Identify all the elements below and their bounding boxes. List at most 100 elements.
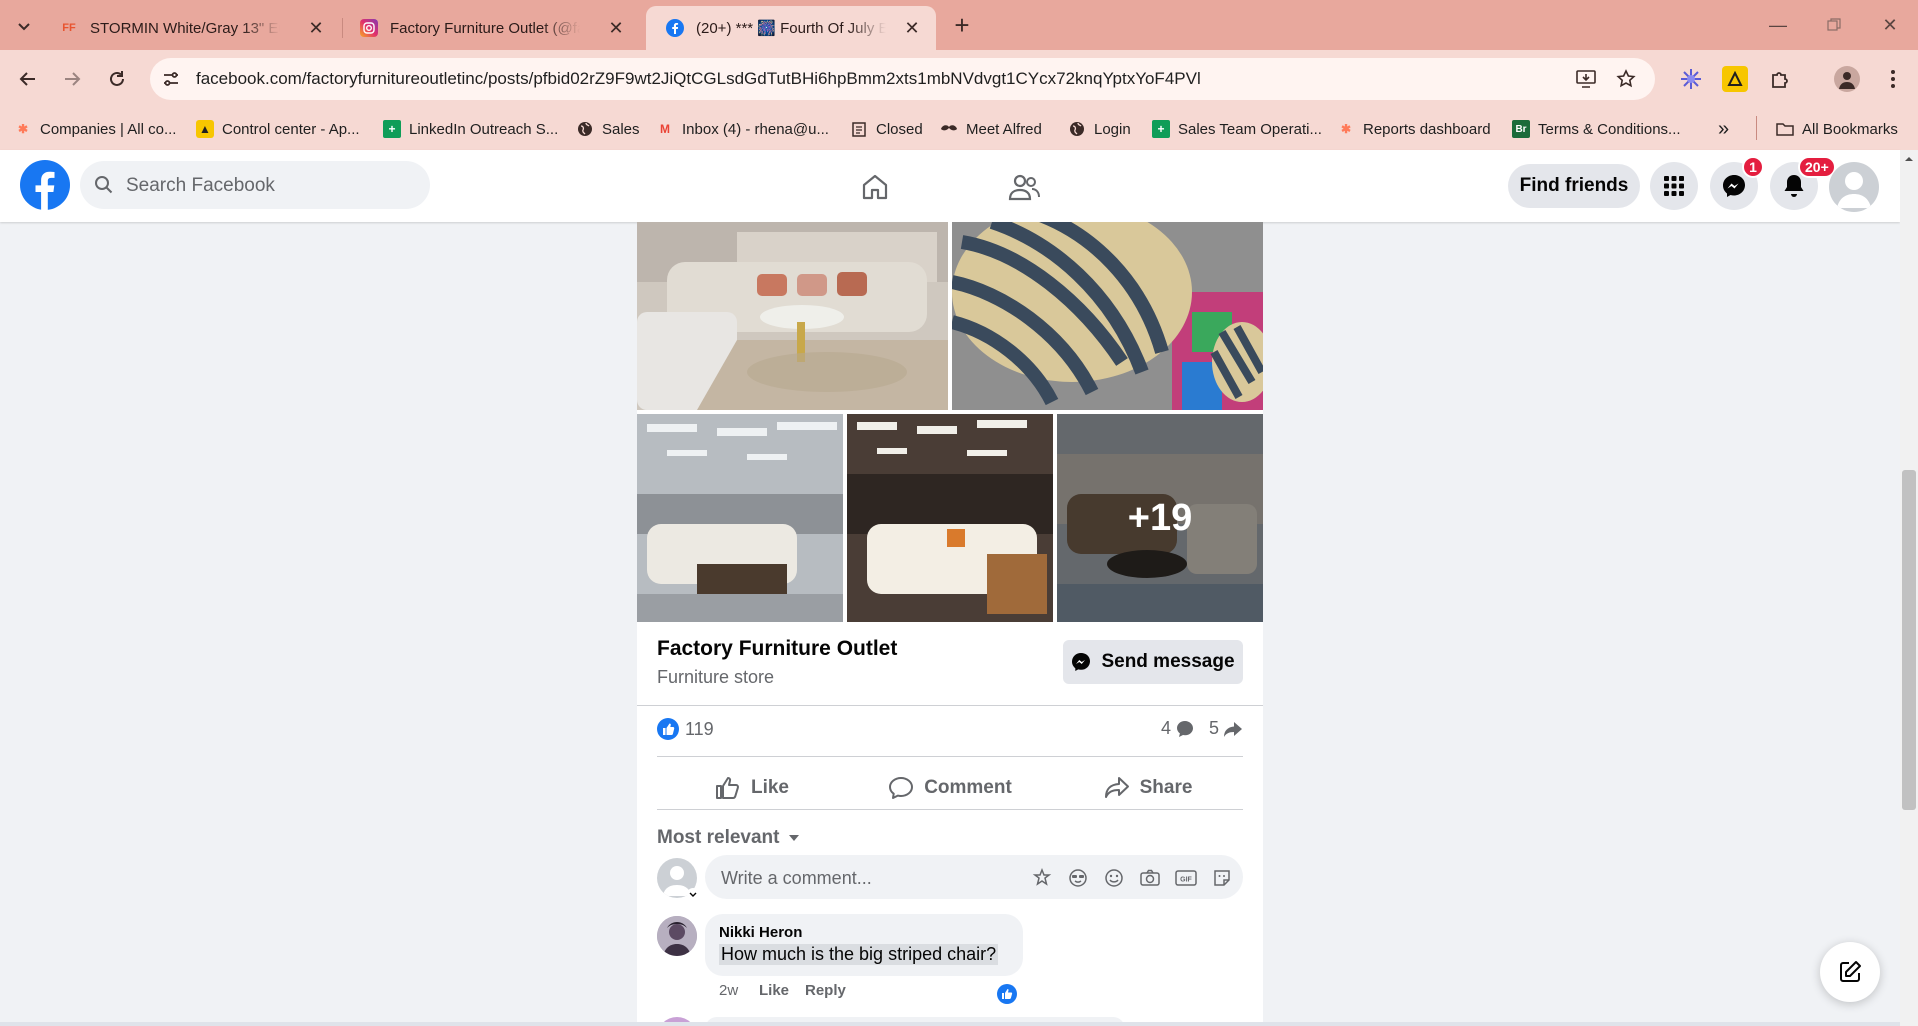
post-photo-3[interactable]	[637, 414, 843, 622]
search-input[interactable]	[124, 161, 418, 211]
search-box[interactable]	[80, 161, 430, 211]
bookmark-inbox[interactable]: M Inbox (4) - rhena@u...	[656, 117, 829, 141]
bell-icon	[1784, 175, 1804, 197]
bookmark-login[interactable]: Login	[1068, 117, 1131, 141]
send-message-button[interactable]: Send message	[1063, 640, 1243, 684]
browser-tab-instagram[interactable]: Factory Furniture Outlet (@factory ✕	[340, 6, 640, 50]
comment-count[interactable]: 4	[1161, 718, 1171, 739]
gif-icon[interactable]: GIF	[1175, 867, 1197, 889]
new-tab-button[interactable]: +	[948, 12, 976, 40]
globe-icon	[576, 120, 594, 138]
post-photo-4[interactable]	[847, 414, 1053, 622]
share-icon	[1104, 777, 1129, 798]
post-photo-5[interactable]: +19	[1057, 414, 1263, 622]
share-count[interactable]: 5	[1209, 718, 1219, 739]
close-icon[interactable]: ✕	[902, 18, 922, 38]
minimize-button[interactable]: —	[1758, 10, 1798, 40]
commenter-avatar[interactable]	[657, 916, 697, 956]
new-message-button[interactable]	[1820, 942, 1880, 1002]
chevron-down-icon[interactable]	[687, 888, 699, 900]
page-name[interactable]: Factory Furniture Outlet	[657, 637, 897, 661]
find-friends-button[interactable]: Find friends	[1508, 164, 1640, 208]
profile-photo-icon	[657, 916, 697, 956]
more-bookmarks-button[interactable]: »	[1718, 117, 1729, 141]
browser-tab-stormin[interactable]: FF STORMIN White/Gray 13" Euro ✕	[40, 6, 340, 50]
restore-button[interactable]	[1814, 10, 1854, 40]
bookmark-terms-conditions[interactable]: Br Terms & Conditions...	[1512, 117, 1681, 141]
bottom-edge	[0, 1022, 1900, 1026]
profile-avatar-icon[interactable]	[1834, 66, 1860, 92]
share-button[interactable]: Share	[1053, 764, 1243, 812]
bookmark-label: Login	[1094, 120, 1131, 138]
bookmark-label: Sales Team Operati...	[1178, 120, 1322, 138]
comment-button[interactable]: Comment	[855, 764, 1045, 812]
menu-button[interactable]	[1650, 162, 1698, 210]
nav-home[interactable]	[815, 162, 935, 212]
sunglasses-emoji-icon[interactable]	[1067, 867, 1089, 889]
bookmark-meet-alfred[interactable]: Meet Alfred	[940, 117, 1042, 141]
address-bar[interactable]: facebook.com/factoryfurnitureoutletinc/p…	[150, 58, 1655, 100]
page-scrollbar[interactable]	[1900, 150, 1918, 1026]
bookmark-companies[interactable]: ✱ Companies | All co...	[14, 117, 177, 141]
comment-composer[interactable]: GIF	[705, 855, 1243, 901]
extension-apollo-icon[interactable]	[1722, 66, 1748, 92]
comment-like-reaction-icon[interactable]	[997, 984, 1017, 1004]
browser-tab-facebook[interactable]: (20+) *** 🎆 Fourth Of July Early ✕	[646, 6, 936, 50]
forward-button[interactable]	[56, 63, 88, 95]
comment-sort-dropdown[interactable]: Most relevant	[657, 827, 801, 849]
engagement-counts: 4 5	[1161, 718, 1243, 739]
bookmark-control-center[interactable]: ▲ Control center - Ap...	[196, 117, 360, 141]
folder-icon	[1776, 120, 1794, 138]
share-label: Share	[1139, 777, 1193, 798]
caret-down-icon	[789, 835, 800, 841]
striped-chair-photo	[952, 222, 1263, 410]
sort-label: Most relevant	[657, 827, 780, 848]
account-avatar[interactable]	[1829, 162, 1879, 212]
post-photo-2[interactable]	[952, 222, 1263, 410]
bookmark-star-icon[interactable]	[1615, 68, 1637, 90]
instagram-icon	[360, 19, 378, 37]
like-button[interactable]: Like	[657, 764, 847, 812]
nav-friends[interactable]	[964, 162, 1084, 212]
facebook-logo-icon[interactable]	[20, 160, 70, 210]
bookmark-label: Meet Alfred	[966, 120, 1042, 138]
avatar-sticker-icon[interactable]	[1031, 867, 1053, 889]
site-info-icon[interactable]	[160, 68, 182, 90]
reload-button[interactable]	[101, 63, 133, 95]
living-room-photo	[637, 222, 948, 410]
browser-menu-icon[interactable]	[1880, 66, 1906, 92]
post-photo-1[interactable]	[637, 222, 948, 410]
scroll-up-arrow-icon[interactable]	[1904, 154, 1914, 164]
scrollbar-thumb[interactable]	[1902, 470, 1916, 810]
back-button[interactable]	[12, 63, 44, 95]
home-icon	[862, 174, 888, 200]
notifications-badge: 20+	[1798, 156, 1836, 178]
page-category: Furniture store	[657, 667, 775, 687]
bookmark-sales[interactable]: Sales	[576, 117, 640, 141]
install-app-icon[interactable]	[1575, 68, 1597, 90]
sticker-icon[interactable]	[1211, 867, 1233, 889]
emoji-icon[interactable]	[1103, 867, 1125, 889]
camera-icon[interactable]	[1139, 867, 1161, 889]
comment-bubble-icon	[1176, 720, 1193, 737]
comment-age[interactable]: 2w	[719, 982, 738, 999]
comment-like-button[interactable]: Like	[759, 982, 789, 999]
comment-author[interactable]: Nikki Heron	[719, 924, 802, 941]
more-photos-overlay[interactable]: +19	[1057, 414, 1263, 622]
all-bookmarks-button[interactable]: All Bookmarks	[1776, 117, 1898, 141]
close-icon[interactable]: ✕	[306, 18, 326, 38]
bookmark-reports-dashboard[interactable]: ✱ Reports dashboard	[1337, 117, 1491, 141]
close-icon[interactable]: ✕	[606, 18, 626, 38]
search-icon	[95, 176, 113, 194]
reaction-summary[interactable]: 119	[657, 718, 714, 740]
default-avatar-icon	[1837, 172, 1871, 208]
close-window-button[interactable]: ✕	[1870, 10, 1910, 40]
extensions-puzzle-icon[interactable]	[1768, 66, 1794, 92]
bookmark-sales-team-operations[interactable]: + Sales Team Operati...	[1152, 117, 1322, 141]
tab-search-button[interactable]	[10, 12, 38, 40]
bookmark-closed[interactable]: Closed	[850, 117, 923, 141]
bookmark-linkedin-outreach[interactable]: + LinkedIn Outreach S...	[383, 117, 558, 141]
comment-reply-button[interactable]: Reply	[805, 982, 846, 999]
comment-input[interactable]	[719, 855, 1023, 901]
extension-snowflake-icon[interactable]	[1678, 66, 1704, 92]
